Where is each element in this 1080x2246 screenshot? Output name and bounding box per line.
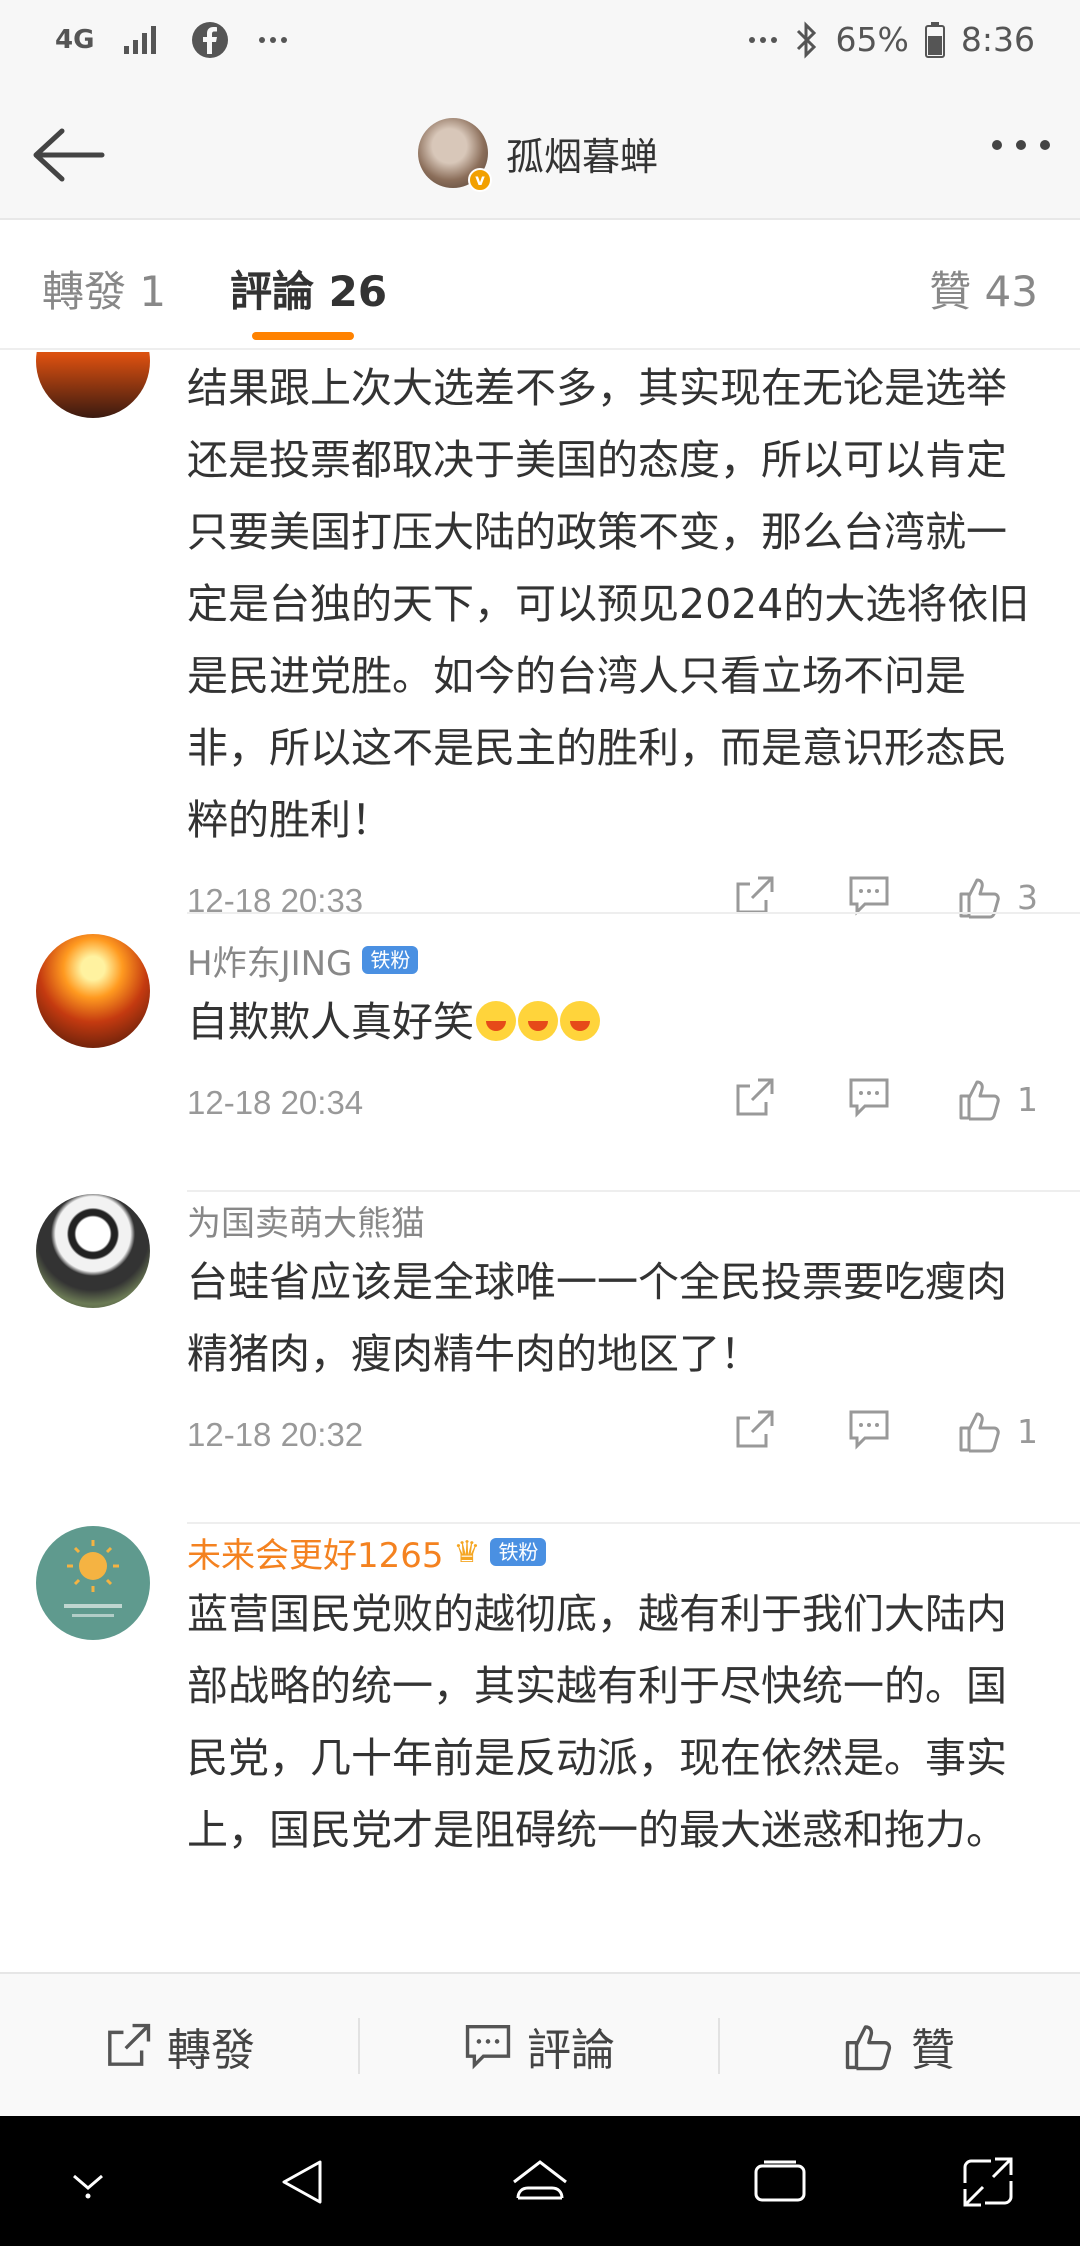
recents-button[interactable] xyxy=(748,2150,812,2214)
repost-button[interactable]: 轉發 xyxy=(0,1974,358,2118)
like-label: 贊 xyxy=(911,2025,955,2076)
share-icon xyxy=(736,1078,774,1116)
comment-time: 12-18 20:32 xyxy=(187,1416,364,1453)
fan-badge: 铁粉 xyxy=(362,946,419,974)
battery-percent: 65% xyxy=(835,20,909,59)
commenter-name-text[interactable]: H炸东JING xyxy=(187,936,352,985)
share-icon xyxy=(736,1410,774,1448)
nav-bar: v 孤烟暮蝉 xyxy=(0,92,1080,220)
like-count: 1 xyxy=(1017,1079,1038,1119)
comment-text: 蓝营国民党败的越彻底，越有利于我们大陆内部战略的统一，其实越有利于尽快统一的。国… xyxy=(187,1590,1007,1854)
comment-label: 評論 xyxy=(527,2025,615,2076)
like-button[interactable]: 1 xyxy=(957,1408,1038,1454)
status-bar: 4G 65% 8:36 xyxy=(0,0,1080,92)
back-nav-button[interactable] xyxy=(270,2150,334,2214)
avatar[interactable] xyxy=(36,1194,150,1308)
active-tab-indicator xyxy=(252,332,354,340)
sun-avatar-icon xyxy=(64,1540,122,1617)
comment-icon xyxy=(465,2024,511,2070)
reply-button[interactable] xyxy=(847,1408,891,1450)
comment-text: 结果跟上次大选差不多，其实现在无论是选举还是投票都取决于美国的态度，所以可以肯定… xyxy=(187,364,1030,844)
verified-icon: v xyxy=(468,168,492,192)
battery-icon xyxy=(924,21,945,58)
more-dots-icon xyxy=(258,36,288,44)
comment-button[interactable]: 評論 xyxy=(360,1974,718,2118)
comment-text: 自欺欺人真好笑 xyxy=(187,986,1042,1058)
comment-meta: 12-18 20:32 1 xyxy=(187,1402,1042,1472)
signal-icon xyxy=(122,24,162,56)
comment-meta: 12-18 20:33 3 xyxy=(187,868,1042,938)
comment-time: 12-18 20:34 xyxy=(187,1084,364,1121)
tab-repost[interactable]: 轉發 1 xyxy=(42,258,166,319)
repost-label: 轉發 xyxy=(167,2025,255,2076)
avatar[interactable] xyxy=(36,1526,150,1640)
home-icon xyxy=(513,2160,567,2200)
thumbs-up-icon xyxy=(959,1080,1000,1121)
share-icon xyxy=(108,2023,151,2066)
more-options-button[interactable] xyxy=(992,140,1050,150)
back-button[interactable] xyxy=(28,120,108,190)
avatar[interactable] xyxy=(36,352,150,418)
crown-icon: ♛ xyxy=(453,1534,481,1570)
bottom-action-bar: 轉發 評論 贊 xyxy=(0,1972,1080,2116)
commenter-name[interactable]: 为国卖萌大熊猫 xyxy=(187,1194,1042,1246)
comment-meta: 12-18 20:34 1 xyxy=(187,1070,1042,1140)
commenter-name[interactable]: H炸东JING 铁粉 xyxy=(187,934,1042,986)
share-button[interactable] xyxy=(732,1076,776,1120)
back-arrow-icon xyxy=(33,128,105,182)
like-count: 1 xyxy=(1017,1411,1038,1451)
share-button[interactable] xyxy=(732,1408,776,1452)
clock: 8:36 xyxy=(960,20,1035,59)
hide-keyboard-button[interactable] xyxy=(56,2150,120,2214)
comment-list[interactable]: 结果跟上次大选差不多，其实现在无论是选举还是投票都取决于美国的态度，所以可以肯定… xyxy=(0,352,1080,1972)
commenter-name-text[interactable]: 未来会更好1265 xyxy=(187,1528,444,1577)
chevron-down-icon xyxy=(73,2174,103,2199)
thumbs-up-icon xyxy=(845,2025,892,2071)
more-dots-icon xyxy=(748,36,778,44)
system-nav-bar xyxy=(0,2116,1080,2246)
network-4g-icon: 4G xyxy=(55,25,95,55)
bluetooth-icon xyxy=(794,20,820,59)
comment-icon xyxy=(849,876,889,916)
divider xyxy=(187,1522,1080,1524)
laugh-cry-emoji-icon xyxy=(560,1001,600,1041)
comment-icon xyxy=(849,1078,889,1118)
reply-button[interactable] xyxy=(847,1076,891,1118)
divider xyxy=(187,912,1080,914)
divider xyxy=(187,1190,1080,1192)
comment-text: 台蛙省应该是全球唯一一个全民投票要吃瘦肉精猪肉，瘦肉精牛肉的地区了！ xyxy=(187,1258,1007,1378)
tab-bar: 轉發 1 評論 26 贊 43 xyxy=(0,222,1080,350)
avatar[interactable] xyxy=(36,934,150,1048)
reply-button[interactable] xyxy=(847,874,891,916)
like-button[interactable]: 1 xyxy=(957,1076,1038,1122)
rotate-icon xyxy=(963,2157,1013,2207)
profile-header[interactable]: v 孤烟暮蝉 xyxy=(418,118,659,192)
rotate-screen-button[interactable] xyxy=(956,2150,1020,2214)
recents-icon xyxy=(754,2160,806,2202)
facebook-icon xyxy=(190,20,230,60)
fan-badge: 铁粉 xyxy=(490,1538,547,1566)
laugh-cry-emoji-icon xyxy=(518,1001,558,1041)
avatar[interactable]: v xyxy=(418,118,492,192)
page-title: 孤烟暮蝉 xyxy=(506,134,659,179)
like-count: 3 xyxy=(1017,877,1038,917)
like-post-button[interactable]: 贊 xyxy=(720,1974,1078,2118)
tab-likes[interactable]: 贊 43 xyxy=(929,258,1038,319)
laugh-cry-emoji-icon xyxy=(476,1001,516,1041)
thumbs-up-icon xyxy=(959,1412,1000,1453)
comment-time: 12-18 20:33 xyxy=(187,882,364,919)
comment-icon xyxy=(849,1410,889,1450)
back-triangle-icon xyxy=(282,2160,322,2204)
home-button[interactable] xyxy=(508,2150,572,2214)
comment-text-content: 自欺欺人真好笑 xyxy=(187,998,474,1046)
commenter-name[interactable]: 未来会更好1265 ♛ 铁粉 xyxy=(187,1526,1042,1578)
